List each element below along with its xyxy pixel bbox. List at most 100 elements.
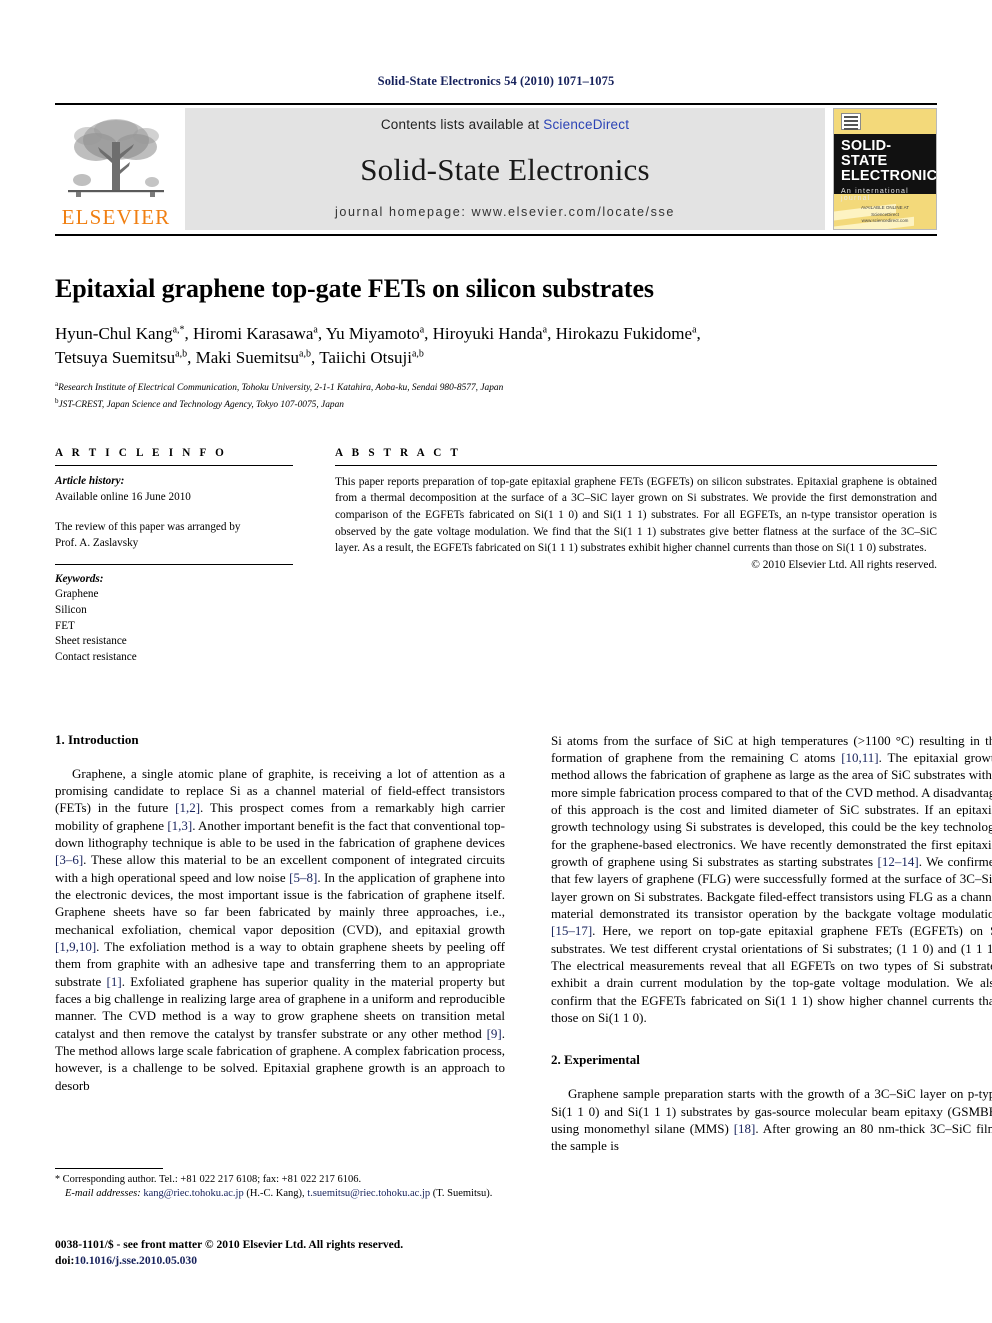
cover-footer-line2: ScienceDirect [871,211,899,217]
section-heading-experimental: 2. Experimental [551,1052,640,1068]
author-t-suemitsu[interactable]: Tetsuya Suemitsu [55,348,175,367]
cover-title-line2: ELECTRONICS [841,168,937,185]
journal-homepage-link[interactable]: journal homepage: www.elsevier.com/locat… [335,205,675,219]
email-link-kang[interactable]: kang@riec.tohoku.ac.jp [143,1188,243,1199]
journal-title: Solid-State Electronics [360,152,650,187]
author-m-suemitsu[interactable]: , Maki Suemitsu [187,348,299,367]
editor-note-line2: Prof. A. Zaslavsky [55,536,139,549]
corresponding-author-text: Corresponding author. Tel.: +81 022 217 … [60,1174,362,1185]
journal-masthead: ELSEVIER Contents lists available at Sci… [55,108,937,230]
editor-note: The review of this paper was arranged by… [55,520,293,551]
citation-ref[interactable]: [18] [734,1121,756,1136]
cover-publisher-mini-logo-icon [841,113,861,130]
paper-page: Solid-State Electronics 54 (2010) 1071–1… [0,0,992,1323]
author-karasawa[interactable]: , Hiromi Karasawa [185,324,314,343]
keyword-item: Silicon [55,603,87,616]
citation-ref[interactable]: [1] [107,974,122,989]
cover-footer: AVAILABLE ONLINE AT ScienceDirect www.sc… [834,205,936,225]
author-kang-sup: a,* [172,324,185,336]
keyword-item: Graphene [55,588,99,601]
citation-ref[interactable]: [12–14] [878,854,919,869]
contents-prefix: Contents lists available at [380,117,544,132]
experimental-paragraph-1: Graphene sample preparation starts with … [551,1085,992,1154]
keywords-divider [55,563,293,565]
author-otsuji[interactable]: , Taiichi Otsuji [311,348,412,367]
author-t-suemitsu-sup: a,b [175,348,188,360]
footnote-divider [55,1168,163,1169]
cover-footer-line3: www.sciencedirect.com [861,218,909,224]
doi-label: doi: [55,1253,75,1267]
doi-value[interactable]: 10.1016/j.sse.2010.05.030 [74,1254,197,1267]
elsevier-logo[interactable]: ELSEVIER [55,108,177,230]
citation-ref[interactable]: [15–17] [551,923,592,938]
email-link-suemitsu[interactable]: t.suemitsu@riec.tohoku.ac.jp [307,1188,430,1199]
article-history: Article history: Available online 16 Jun… [55,474,293,505]
keyword-item: Contact resistance [55,650,137,663]
email-footnote: E-mail addresses: kang@riec.tohoku.ac.jp… [55,1187,505,1201]
citation-ref[interactable]: [1,3] [167,818,192,833]
article-history-label: Article history: [55,474,125,487]
author-miyamoto[interactable]: , Yu Miyamoto [318,324,420,343]
journal-cover-thumbnail[interactable]: SOLID-STATE ELECTRONICS An international… [833,108,937,230]
running-head: Solid-State Electronics 54 (2010) 1071–1… [377,74,615,88]
email2-owner: (T. Suemitsu). [430,1188,493,1200]
abstract-text: This paper reports preparation of top-ga… [335,475,937,555]
keyword-item: Sheet resistance [55,635,127,648]
journal-band: Contents lists available at ScienceDirec… [185,108,825,230]
intro-cont-seg2: . The epitaxial growth method allows the… [551,749,992,869]
citation-ref[interactable]: [5–8] [289,870,317,885]
citation-ref[interactable]: [1,9,10] [55,939,96,954]
citation-ref[interactable]: [10,11] [841,750,878,765]
header-divider [55,103,937,105]
issn-copyright-block: 0038-1101/$ - see front matter © 2010 El… [55,1237,515,1269]
author-list: Hyun-Chul Kanga,*, Hiromi Karasawaa, Yu … [55,322,937,370]
affiliation-b-text: JST-CREST, Japan Science and Technology … [58,400,344,411]
citation-ref[interactable]: [9] [487,1026,502,1041]
corresponding-author-footnote: * Corresponding author. Tel.: +81 022 21… [55,1173,505,1187]
body-column-left: 1. Introduction Graphene, a single atomi… [55,732,505,1155]
author-kang[interactable]: Hyun-Chul Kang [55,324,173,343]
intro-seg7: . Exfoliated graphene has superior quali… [55,973,505,1041]
cover-footer-line1: AVAILABLE ONLINE AT [860,204,910,210]
section-heading-introduction: 1. Introduction [55,731,139,747]
author-otsuji-sup: a,b [411,348,424,360]
editor-note-line1: The review of this paper was arranged by [55,521,241,534]
article-info-heading: A R T I C L E I N F O [55,446,228,459]
keywords-block: Keywords: Graphene Silicon FET Sheet res… [55,572,293,666]
footnote-area: * Corresponding author. Tel.: +81 022 21… [55,1168,505,1202]
citation-ref[interactable]: [3–6] [55,852,83,867]
body-columns: 1. Introduction Graphene, a single atomi… [55,732,992,1155]
cover-title-block: SOLID-STATE ELECTRONICS An international… [834,134,937,202]
body-column-right: Si atoms from the surface of SiC at high… [551,732,992,1155]
keyword-item: FET [55,619,75,632]
affiliation-a: aResearch Institute of Electrical Commun… [55,379,937,396]
abstract-column: A B S T R A C T This paper reports prepa… [313,447,937,666]
email1-owner: (H.-C. Kang), [243,1188,308,1200]
article-history-value: Available online 16 June 2010 [55,490,191,503]
intro-paragraph-part2: Si atoms from the surface of SiC at high… [551,732,992,1027]
sciencedirect-link[interactable]: ScienceDirect [543,117,629,132]
page-title: Epitaxial graphene top-gate FETs on sili… [55,274,654,303]
issn-line: 0038-1101/$ - see front matter © 2010 El… [55,1238,404,1251]
article-info-column: A R T I C L E I N F O Article history: A… [55,447,313,666]
author-line-1: Hyun-Chul Kanga,*, Hiromi Karasawaa, Yu … [55,322,937,346]
affiliation-list: aResearch Institute of Electrical Commun… [55,379,937,413]
affiliation-b: bJST-CREST, Japan Science and Technology… [55,396,937,413]
author-fukidome[interactable]: , Hirokazu Fukidome [547,324,692,343]
contents-available-line: Contents lists available at ScienceDirec… [381,117,629,132]
author-m-suemitsu-sup: a,b [299,348,311,360]
affiliation-a-text: Research Institute of Electrical Communi… [58,383,504,394]
info-abstract-block: A R T I C L E I N F O Article history: A… [55,447,937,666]
author-handa[interactable]: , Hiroyuki Handa [424,324,543,343]
abstract-copyright: © 2010 Elsevier Ltd. All rights reserved… [751,558,937,571]
masthead-divider [55,234,937,236]
author-line1-comma: , [696,324,701,344]
elsevier-wordmark: ELSEVIER [61,205,171,229]
citation-ref[interactable]: [1,2] [175,800,200,815]
abstract-heading: A B S T R A C T [335,446,462,459]
abstract-divider [335,464,937,466]
email-label: E-mail addresses: [65,1188,141,1200]
intro-paragraph-part1: Graphene, a single atomic plane of graph… [55,765,505,1095]
author-line-2: Tetsuya Suemitsua,b, Maki Suemitsua,b, T… [55,346,937,370]
